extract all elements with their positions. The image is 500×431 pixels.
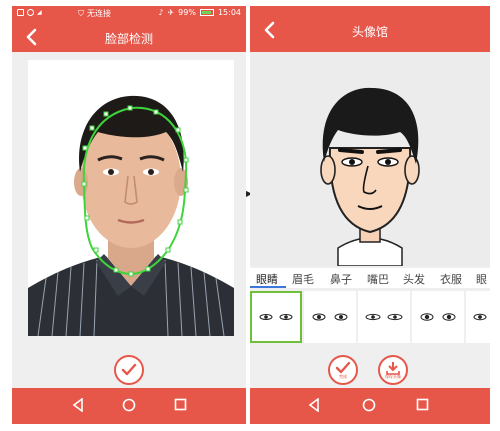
app-bar: 脸部检测 [12,22,246,52]
check-icon [335,361,351,374]
clock-time: 15:04 [217,8,241,17]
shield-icon: ⛉ [78,8,84,18]
tab-mouth[interactable]: 嘴巴 [367,271,389,287]
eye-option-1[interactable] [250,291,302,343]
system-nav-bar [12,388,246,424]
nav-recents-icon[interactable] [416,398,429,411]
eye-option-4-image [420,313,456,321]
tab-nose[interactable]: 鼻子 [330,271,352,287]
save-avatar-button[interactable]: 保存头像 [378,355,408,385]
wifi-status-label: 无连接 [87,9,111,18]
nav-home-icon[interactable] [122,398,136,412]
page-title: 脸部检测 [104,32,153,46]
avatar-gallery-screen: 头像馆 眼睛 眉毛 鼻子 嘴巴 头发 衣服 眼 完成 保存头像 [250,6,490,424]
battery-percent: 99% [178,8,196,17]
battery-icon [199,9,214,16]
signal-icon: ◢ [37,9,42,16]
eye-options-list [250,290,490,344]
eye-option-3-image [365,313,403,321]
app-notification-icon [17,9,24,16]
nav-back-icon[interactable] [72,398,84,412]
eye-option-2[interactable] [304,291,356,343]
airplane-icon: ✈ [167,8,175,17]
cartoon-avatar [320,87,420,267]
eye-option-3[interactable] [358,291,410,343]
mute-icon: ♪ [158,8,164,17]
feature-tabs: 眼睛 眉毛 鼻子 嘴巴 头发 衣服 眼 [250,268,490,288]
save-label: 保存头像 [385,374,401,379]
action-row [12,352,246,388]
check-icon [121,363,137,376]
tab-clothes[interactable]: 衣服 [440,271,462,287]
face-photo [28,60,234,336]
tab-more[interactable]: 眼 [476,271,487,287]
nav-home-icon[interactable] [362,398,376,412]
tab-hair[interactable]: 头发 [403,271,425,287]
nav-recents-icon[interactable] [174,398,187,411]
finish-button[interactable]: 完成 [328,355,358,385]
tab-indicator [250,286,286,288]
avatar-action-row: 完成 保存头像 [250,352,490,388]
status-bar: ◢ ⛉ 无连接 ♪ ✈ 99% 15:04 [12,6,246,22]
tab-eyes[interactable]: 眼睛 [256,271,278,287]
page-title-right: 头像馆 [351,25,388,39]
face-detect-screen: ◢ ⛉ 无连接 ♪ ✈ 99% 15:04 脸部检测 [12,6,246,424]
download-icon [386,362,400,375]
eye-option-1-image [259,314,293,320]
nav-back-icon[interactable] [308,398,320,412]
tab-brows[interactable]: 眉毛 [292,271,314,287]
eye-option-4[interactable] [412,291,464,343]
avatar-preview [250,52,490,267]
eye-option-2-image [312,313,348,321]
screenshot-stage: ◢ ⛉ 无连接 ♪ ✈ 99% 15:04 脸部检测 头像馆 眼睛 眉毛 鼻子 … [0,0,500,431]
eye-option-5[interactable] [466,291,490,343]
confirm-button[interactable] [114,355,144,385]
photo-area [12,52,246,352]
sync-icon [27,9,34,16]
finish-label: 完成 [339,374,347,379]
system-nav-bar-right [250,388,490,424]
app-bar-right: 头像馆 [250,6,490,52]
eye-option-5-image [473,313,487,321]
